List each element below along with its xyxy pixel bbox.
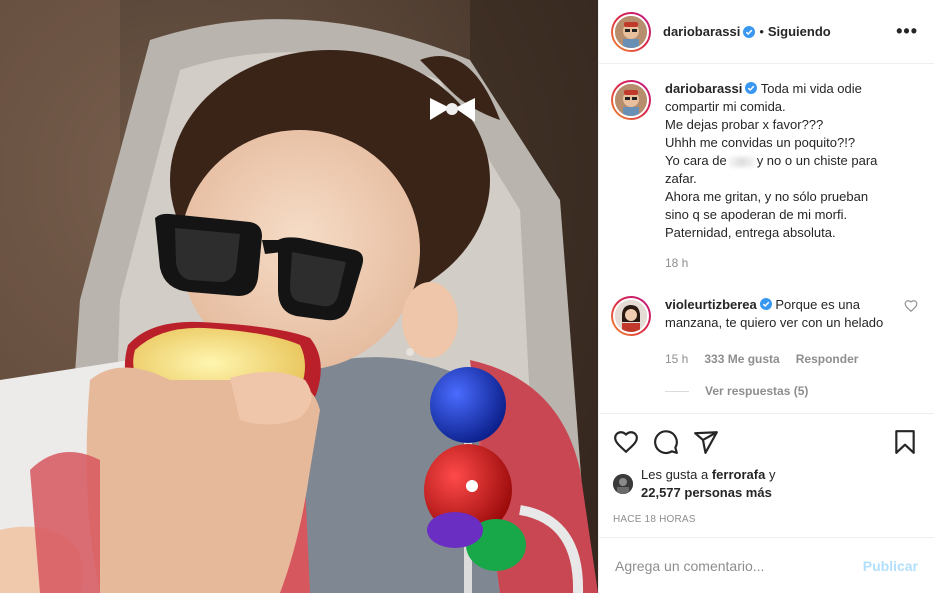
likes-prefix: Les gusta a <box>641 467 709 482</box>
comments-section: dariobarassi Toda mi vida odie compartir… <box>599 64 934 413</box>
comment-input[interactable] <box>615 557 863 574</box>
likes-count[interactable]: 22,577 personas más <box>641 485 772 500</box>
commenter-avatar-image <box>613 298 649 334</box>
reply-button[interactable]: Responder <box>796 352 859 366</box>
verified-badge-icon <box>743 25 756 38</box>
avatar-face-icon <box>613 474 633 494</box>
caption-line-2: compartir mi comida. <box>665 99 786 114</box>
caption-line-8: sino q se apoderan de mi morfi. <box>665 207 848 222</box>
comment-likes-count[interactable]: 333 Me gusta <box>704 352 779 366</box>
caption-text: dariobarassi Toda mi vida odie compartir… <box>665 80 918 242</box>
header-user-block: dariobarassi • Siguiendo <box>663 24 831 39</box>
follow-status-button[interactable]: Siguiendo <box>768 24 831 39</box>
comment-time[interactable]: 15 h <box>665 352 688 366</box>
caption-line-9: Paternidad, entrega absoluta. <box>665 225 836 240</box>
likes-suffix: y <box>768 467 776 482</box>
caption-line-1: Toda mi vida odie <box>760 81 862 96</box>
caption-author-avatar[interactable] <box>611 80 651 120</box>
caption-time[interactable]: 18 h <box>665 256 918 270</box>
author-avatar-image <box>613 13 649 50</box>
liker-username[interactable]: ferrorafa <box>712 467 765 482</box>
caption-line-5a: Yo cara de <box>665 153 727 168</box>
comment-row: violeurtizberea Porque es una manzana, t… <box>611 296 918 336</box>
post-photo[interactable] <box>0 0 598 593</box>
post-header: dariobarassi • Siguiendo ••• <box>599 0 934 64</box>
blurred-mention <box>728 156 755 167</box>
avatar-face-icon <box>615 300 647 332</box>
view-replies-button[interactable]: Ver respuestas (5) <box>665 384 918 398</box>
caption-line-7: Ahora me gritan, y no sólo prueban <box>665 189 869 204</box>
view-replies-label: Ver respuestas (5) <box>705 384 809 398</box>
publish-button[interactable]: Publicar <box>863 558 918 574</box>
likes-text: Les gusta a ferrorafa y 22,577 personas … <box>641 466 775 502</box>
post-timestamp[interactable]: HACE 18 HORAS <box>613 514 918 525</box>
comment-text-block: violeurtizberea Porque es una manzana, t… <box>665 296 884 336</box>
avatar-face-icon <box>615 15 647 48</box>
caption-username[interactable]: dariobarassi <box>665 81 742 96</box>
verified-badge-icon <box>745 82 758 94</box>
replies-divider-line <box>665 390 689 392</box>
comment-icon[interactable] <box>653 429 679 455</box>
avatar-face-icon <box>615 84 647 116</box>
commenter-avatar[interactable] <box>611 296 651 336</box>
heart-icon[interactable] <box>613 429 639 455</box>
comment-meta: 15 h 333 Me gusta Responder <box>665 352 918 366</box>
share-icon[interactable] <box>693 429 719 455</box>
add-comment-bar: Publicar <box>599 537 934 593</box>
verified-badge-icon <box>759 298 772 310</box>
bookmark-icon[interactable] <box>892 429 918 455</box>
caption-line-3: Me dejas probar x favor??? <box>665 117 824 132</box>
caption-line-5: Yo cara de y no o un chiste para <box>665 152 918 170</box>
caption-line-6: zafar. <box>665 171 697 186</box>
author-avatar[interactable] <box>611 11 651 52</box>
liker-avatar[interactable] <box>613 474 633 494</box>
author-username[interactable]: dariobarassi <box>663 24 740 39</box>
comment-like-heart-icon[interactable] <box>904 299 918 313</box>
caption-row: dariobarassi Toda mi vida odie compartir… <box>611 80 918 242</box>
caption-line-5b: y no o un chiste para <box>756 153 878 168</box>
caption-avatar-image <box>613 82 649 118</box>
more-options-icon[interactable]: ••• <box>896 21 918 42</box>
post-actions: Les gusta a ferrorafa y 22,577 personas … <box>599 413 934 537</box>
post-sidebar: dariobarassi • Siguiendo ••• dariobarass… <box>598 0 934 593</box>
likes-summary: Les gusta a ferrorafa y 22,577 personas … <box>613 466 918 502</box>
photo-illustration <box>0 0 598 593</box>
instagram-post: dariobarassi • Siguiendo ••• dariobarass… <box>0 0 934 593</box>
separator-dot: • <box>759 24 764 39</box>
commenter-username[interactable]: violeurtizberea <box>665 297 757 312</box>
action-icons <box>613 422 918 462</box>
caption-line-4: Uhhh me convidas un poquito?!? <box>665 135 856 150</box>
